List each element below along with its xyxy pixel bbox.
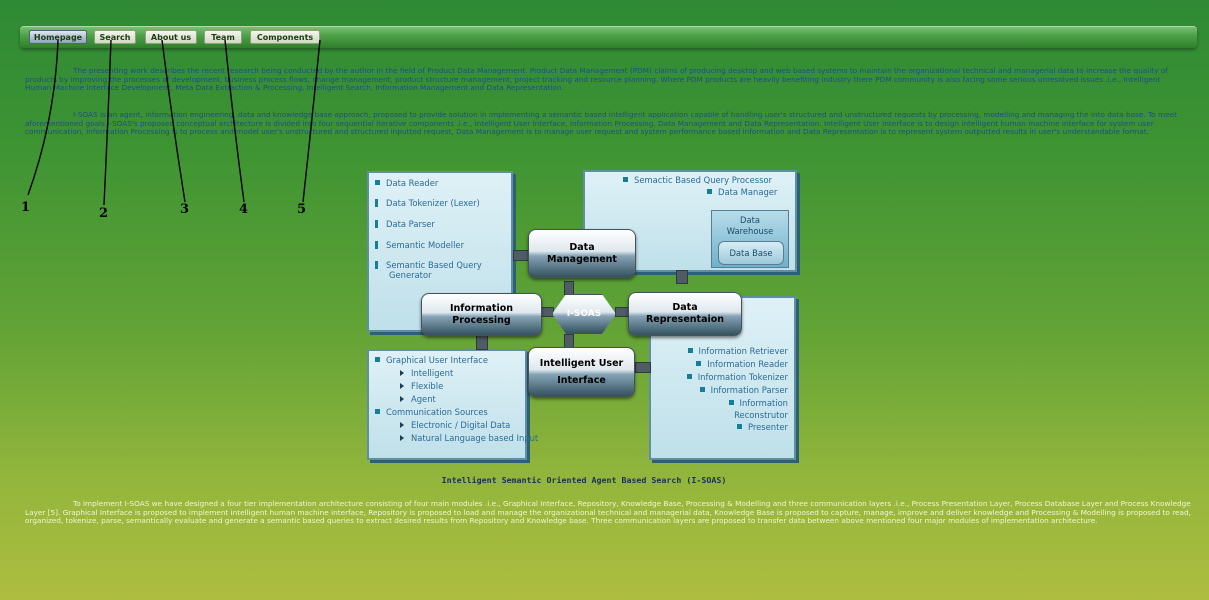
- list-item: Presenter: [736, 422, 788, 432]
- list-item: Semactic Based Query Processor: [623, 175, 772, 185]
- nav-bar: Homepage Search About us Team Components: [20, 26, 1197, 48]
- nav-components[interactable]: Components: [250, 30, 320, 44]
- nav-team[interactable]: Team: [204, 30, 242, 44]
- list-item: Semantic Based Query: [375, 260, 482, 270]
- list-item-continued: Reconstrutor: [734, 410, 788, 420]
- intro-paragraph-2: I-SOAS is an agent, information engineer…: [25, 110, 1177, 137]
- callout-3: 3: [180, 202, 190, 217]
- database-cylinder: Data Base: [718, 241, 784, 265]
- module-data-representation[interactable]: Data Representaion: [628, 292, 742, 336]
- connector: [476, 334, 488, 350]
- list-item: Information Parser: [699, 385, 788, 395]
- connector: [564, 334, 574, 348]
- list-item-continued: Generator: [389, 270, 432, 280]
- nav-about-us[interactable]: About us: [145, 30, 197, 44]
- list-item: Data Tokenizer (Lexer): [375, 198, 480, 208]
- list-item: Information Tokenizer: [686, 372, 788, 382]
- bottom-paragraph: To implement I-SOAS we have designed a f…: [25, 499, 1191, 526]
- list-item: Information: [728, 398, 788, 408]
- connector: [635, 362, 651, 373]
- list-item: Graphical User Interface: [375, 355, 488, 365]
- module-core-i-soas[interactable]: I-SOAS: [552, 294, 616, 334]
- module-intelligent-user-interface[interactable]: Intelligent User Interface: [528, 347, 635, 397]
- list-item: Agent: [400, 394, 436, 404]
- list-item: Information Retriever: [687, 346, 788, 356]
- panel-user-interface-items: Graphical User Interface Intelligent Fle…: [367, 349, 538, 460]
- intro-paragraph-1: The presenting work describes the recent…: [25, 66, 1168, 93]
- warehouse-label: Data Warehouse: [726, 215, 774, 236]
- callout-2: 2: [99, 206, 109, 221]
- list-item: Data Reader: [375, 178, 438, 188]
- list-item: Information Reader: [696, 359, 788, 369]
- list-item: Intelligent: [400, 368, 453, 378]
- list-item: Data Manager: [707, 187, 777, 197]
- list-item: Electronic / Digital Data: [400, 420, 510, 430]
- list-item: Data Parser: [375, 219, 435, 229]
- data-warehouse: Data Warehouse Data Base: [711, 210, 789, 268]
- diagram-caption: Intelligent Semantic Oriented Agent Base…: [441, 475, 727, 485]
- nav-search[interactable]: Search: [94, 30, 136, 44]
- list-item: Communication Sources: [375, 407, 488, 417]
- connector: [540, 307, 554, 317]
- module-data-management[interactable]: Data Management: [528, 229, 636, 278]
- callout-5: 5: [297, 202, 307, 217]
- connector: [564, 281, 574, 295]
- connector: [676, 270, 688, 284]
- nav-homepage[interactable]: Homepage: [29, 30, 87, 44]
- list-item: Natural Language based Input: [400, 433, 538, 443]
- callout-4: 4: [239, 202, 249, 217]
- list-item: Semantic Modeller: [375, 240, 464, 250]
- module-information-processing[interactable]: Information Processing: [421, 293, 542, 336]
- callout-1: 1: [21, 200, 31, 215]
- list-item: Flexible: [400, 381, 443, 391]
